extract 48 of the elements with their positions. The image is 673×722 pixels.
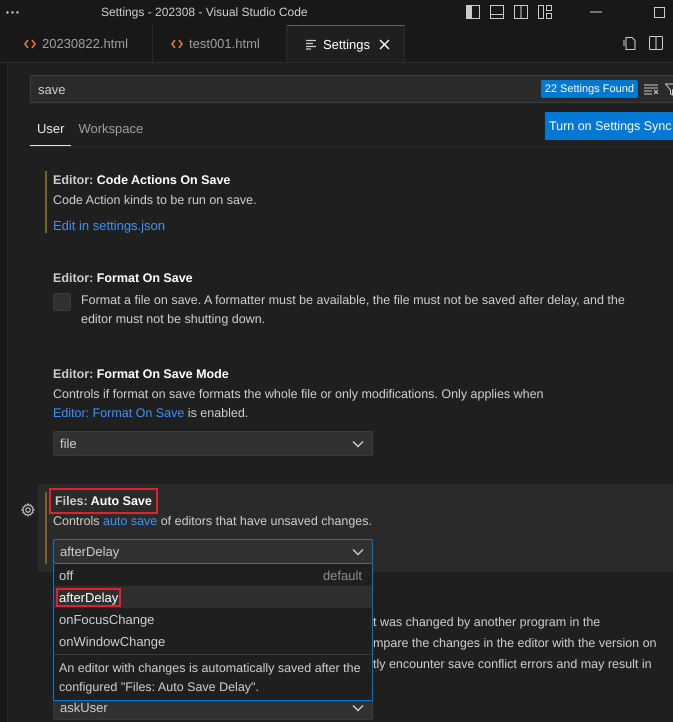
dropdown[interactable]: afterDelay [53, 539, 373, 564]
setting-title: Editor: Code Actions On Save [53, 172, 230, 189]
clear-filter-icon[interactable] [644, 84, 659, 94]
checkbox[interactable] [53, 293, 71, 311]
setting-title: Editor: Format On Save [53, 270, 193, 287]
toggle-sidebar-icon[interactable] [466, 5, 480, 19]
setting-link[interactable]: auto save [103, 514, 158, 528]
chevron-down-icon [352, 704, 364, 712]
dropdown-option[interactable]: onFocusChange [54, 608, 372, 630]
edit-in-settings-link[interactable]: Edit in settings.json [53, 218, 166, 233]
setting-description: Format a file on save. A formatter must be available, the file must not be saved after delay, and the editor must not be shutting down. [81, 292, 626, 328]
minimize-icon[interactable] [590, 11, 602, 13]
setting-title: Editor: Format On Save Mode [53, 366, 229, 383]
toggle-panel-icon[interactable] [490, 5, 504, 19]
dropdown[interactable]: file [53, 431, 373, 456]
gear-icon[interactable] [21, 503, 35, 517]
maximize-icon[interactable] [654, 6, 665, 18]
setting-description: tly encounter save conflict errors and may result in [373, 656, 653, 673]
setting-description: mpare the changes in the editor with the version on [373, 635, 657, 652]
code-brackets-icon [24, 38, 36, 48]
chevron-down-icon [352, 440, 364, 448]
close-icon[interactable] [379, 38, 390, 50]
scope-tab[interactable]: Workspace [71, 112, 150, 146]
lines-icon [305, 38, 317, 50]
dropdown-option[interactable]: off default [54, 564, 372, 586]
result-count-badge: 22 Settings Found [540, 80, 638, 98]
setting-description: t was changed by another program in the [373, 614, 602, 631]
option-description: An editor with changes is automatically saved after the configured "Files: Auto Save Delay". [54, 654, 372, 700]
scope-tab[interactable]: User [30, 112, 72, 146]
setting-description: Controls auto save of editors that have unsaved changes. [53, 513, 373, 530]
split-layout-icon[interactable] [514, 5, 528, 19]
setting-description: Controls if format on save formats the whole file or only modifications. Only applies when Editor: Format On Save is enabled. [53, 386, 545, 422]
more-icon[interactable] [6, 11, 19, 14]
search-field[interactable]: save 22 Settings Found [30, 75, 673, 103]
default-label: default [322, 568, 362, 582]
code-brackets-icon [171, 38, 183, 48]
dropdown-option[interactable]: afterDelay [54, 586, 372, 608]
editor-tab[interactable]: Settings [287, 25, 405, 62]
window-title: Settings - 202308 - Visual Studio Code [101, 5, 308, 19]
dropdown-option[interactable]: onWindowChange [54, 630, 372, 652]
chevron-down-icon [352, 548, 364, 556]
setting-link[interactable]: Editor: Format On Save [53, 406, 184, 420]
setting-description: Code Action kinds to be run on save. [53, 192, 258, 209]
filter-icon[interactable] [665, 82, 673, 96]
layout-icon[interactable] [538, 5, 552, 19]
document-icon[interactable] [623, 36, 637, 51]
sync-button[interactable]: Turn on Settings Sync [545, 112, 673, 140]
split-editor-icon[interactable] [649, 36, 663, 50]
